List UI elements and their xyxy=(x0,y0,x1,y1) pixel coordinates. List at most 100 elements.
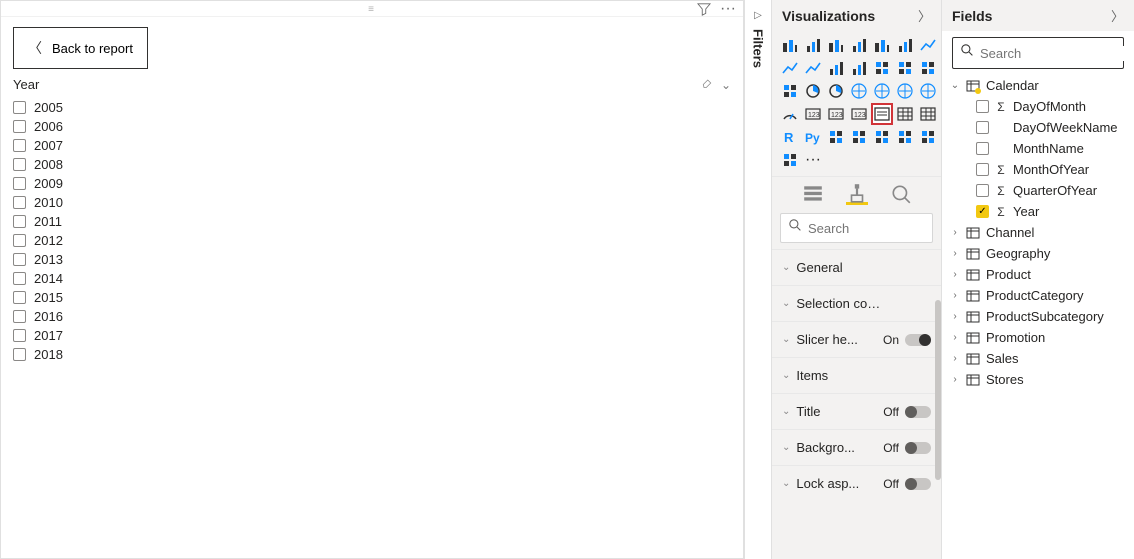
viz-more-icon[interactable]: ··· xyxy=(803,150,823,170)
viz-table-icon[interactable] xyxy=(895,104,915,124)
viz-python-visual-icon[interactable]: Py xyxy=(803,127,823,147)
year-checkbox[interactable] xyxy=(13,234,26,247)
chevron-right-icon[interactable]: 〉 xyxy=(1111,6,1124,25)
format-section[interactable]: ⌄General xyxy=(772,249,941,285)
year-checkbox[interactable] xyxy=(13,139,26,152)
viz-card-icon[interactable]: 123 xyxy=(803,104,823,124)
viz-filled-map-icon[interactable] xyxy=(895,81,915,101)
format-search-input[interactable] xyxy=(808,221,984,236)
year-row[interactable]: 2009 xyxy=(13,174,731,193)
field-checkbox[interactable] xyxy=(976,205,989,218)
viz-gauge-icon[interactable] xyxy=(780,104,800,124)
viz-line-stacked-column-icon[interactable] xyxy=(826,58,846,78)
viz-decomposition-tree-icon[interactable] xyxy=(849,127,869,147)
year-row[interactable]: 2013 xyxy=(13,250,731,269)
year-row[interactable]: 2017 xyxy=(13,326,731,345)
chevron-down-icon[interactable]: ⌄ xyxy=(721,78,731,92)
year-row[interactable]: 2014 xyxy=(13,269,731,288)
viz-stacked-bar-chart-icon[interactable] xyxy=(780,35,800,55)
table-node-product[interactable]: ›Product xyxy=(948,264,1128,285)
year-row[interactable]: 2016 xyxy=(13,307,731,326)
table-node-stores[interactable]: ›Stores xyxy=(948,369,1128,390)
format-section[interactable]: ⌄Slicer he...On xyxy=(772,321,941,357)
table-node-productsubcategory[interactable]: ›ProductSubcategory xyxy=(948,306,1128,327)
format-section[interactable]: ⌄Lock asp...Off xyxy=(772,465,941,501)
viz-pie-chart-icon[interactable] xyxy=(803,81,823,101)
viz-funnel-chart-icon[interactable] xyxy=(780,81,800,101)
table-node-productcategory[interactable]: ›ProductCategory xyxy=(948,285,1128,306)
viz-hundred-stacked-bar-icon[interactable] xyxy=(872,35,892,55)
year-checkbox[interactable] xyxy=(13,291,26,304)
year-checkbox[interactable] xyxy=(13,272,26,285)
viz-r-visual-icon[interactable]: R xyxy=(780,127,800,147)
format-search[interactable] xyxy=(780,213,933,243)
format-section[interactable]: ⌄TitleOff xyxy=(772,393,941,429)
table-node-promotion[interactable]: ›Promotion xyxy=(948,327,1128,348)
viz-line-chart-icon[interactable] xyxy=(918,35,938,55)
viz-stacked-column-chart-icon[interactable] xyxy=(803,35,823,55)
year-row[interactable]: 2010 xyxy=(13,193,731,212)
tab-format[interactable] xyxy=(846,183,868,205)
field-year[interactable]: ΣYear xyxy=(948,201,1128,222)
viz-qa-visual-icon[interactable] xyxy=(872,127,892,147)
visual-filter-icon[interactable] xyxy=(697,2,711,16)
format-section[interactable]: ⌄Backgro...Off xyxy=(772,429,941,465)
field-dayofmonth[interactable]: ΣDayOfMonth xyxy=(948,96,1128,117)
year-checkbox[interactable] xyxy=(13,329,26,342)
fields-search-input[interactable] xyxy=(980,46,1134,61)
switch[interactable] xyxy=(905,442,931,454)
field-checkbox[interactable] xyxy=(976,121,989,134)
field-dayofweekname[interactable]: DayOfWeekName xyxy=(948,117,1128,138)
table-node-calendar[interactable]: ⌄Calendar xyxy=(948,75,1128,96)
viz-power-automate-icon[interactable] xyxy=(780,150,800,170)
viz-key-influencers-icon[interactable] xyxy=(826,127,846,147)
table-node-geography[interactable]: ›Geography xyxy=(948,243,1128,264)
year-row[interactable]: 2007 xyxy=(13,136,731,155)
year-row[interactable]: 2008 xyxy=(13,155,731,174)
year-row[interactable]: 2005 xyxy=(13,98,731,117)
viz-ribbon-chart-icon[interactable] xyxy=(872,58,892,78)
viz-treemap-icon[interactable] xyxy=(849,81,869,101)
year-checkbox[interactable] xyxy=(13,253,26,266)
eraser-icon[interactable] xyxy=(701,77,713,92)
viz-clustered-bar-chart-icon[interactable] xyxy=(826,35,846,55)
field-monthname[interactable]: MonthName xyxy=(948,138,1128,159)
viz-stacked-area-chart-icon[interactable] xyxy=(803,58,823,78)
viz-multi-row-card-icon[interactable]: 123 xyxy=(826,104,846,124)
visual-more-icon[interactable]: ··· xyxy=(721,2,735,16)
slicer-visual[interactable]: Year ⌄ 200520062007200820092010201120122… xyxy=(1,69,743,376)
viz-line-clustered-column-icon[interactable] xyxy=(849,58,869,78)
field-quarterofyear[interactable]: ΣQuarterOfYear xyxy=(948,180,1128,201)
viz-paginated-report-icon[interactable] xyxy=(895,127,915,147)
viz-slicer-icon[interactable] xyxy=(872,104,892,124)
viz-donut-chart-icon[interactable] xyxy=(826,81,846,101)
year-row[interactable]: 2006 xyxy=(13,117,731,136)
year-checkbox[interactable] xyxy=(13,177,26,190)
field-monthofyear[interactable]: ΣMonthOfYear xyxy=(948,159,1128,180)
field-checkbox[interactable] xyxy=(976,142,989,155)
fields-search[interactable] xyxy=(952,37,1124,69)
scrollbar-thumb[interactable] xyxy=(935,300,941,480)
drag-handle-icon[interactable]: ≡ xyxy=(368,4,376,15)
toggle[interactable]: Off xyxy=(883,405,931,419)
table-node-sales[interactable]: ›Sales xyxy=(948,348,1128,369)
year-checkbox[interactable] xyxy=(13,196,26,209)
viz-shape-map-icon[interactable] xyxy=(918,81,938,101)
year-checkbox[interactable] xyxy=(13,215,26,228)
year-row[interactable]: 2018 xyxy=(13,345,731,364)
viz-clustered-column-chart-icon[interactable] xyxy=(849,35,869,55)
switch[interactable] xyxy=(905,478,931,490)
tab-analytics[interactable] xyxy=(890,183,912,205)
viz-waterfall-chart-icon[interactable] xyxy=(895,58,915,78)
viz-scatter-chart-icon[interactable] xyxy=(918,58,938,78)
year-row[interactable]: 2011 xyxy=(13,212,731,231)
filters-pane-collapsed[interactable]: ▷ Filters xyxy=(744,0,772,559)
field-checkbox[interactable] xyxy=(976,163,989,176)
year-row[interactable]: 2015 xyxy=(13,288,731,307)
toggle[interactable]: On xyxy=(883,333,931,347)
viz-map-icon[interactable] xyxy=(872,81,892,101)
switch[interactable] xyxy=(905,334,931,346)
year-checkbox[interactable] xyxy=(13,310,26,323)
year-checkbox[interactable] xyxy=(13,348,26,361)
viz-power-apps-icon[interactable] xyxy=(918,127,938,147)
